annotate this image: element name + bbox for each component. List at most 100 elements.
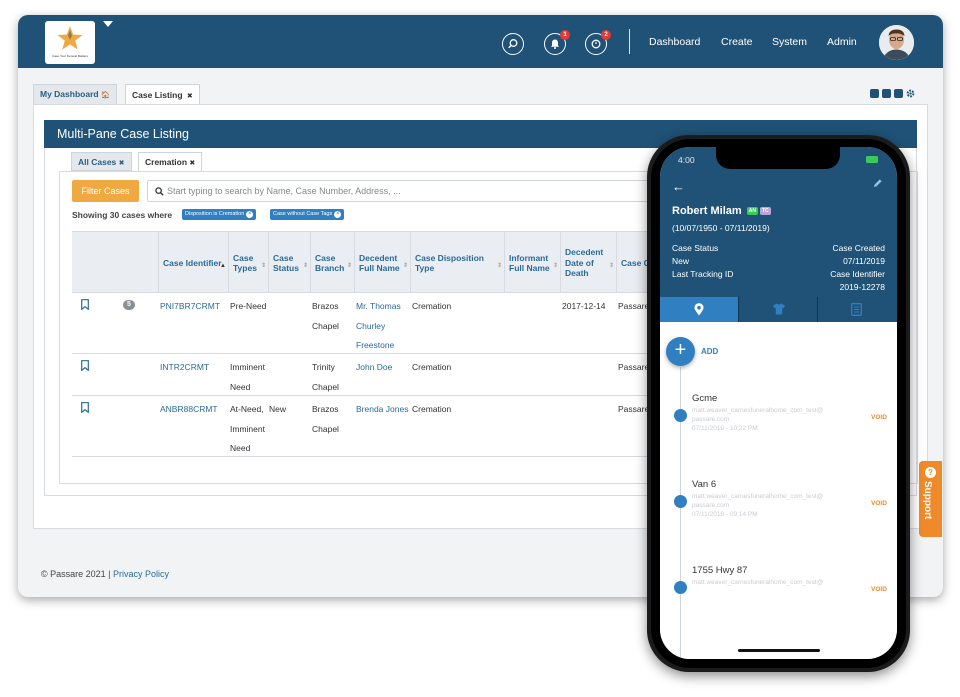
- cell-line: Churley: [356, 320, 386, 331]
- case-identifier-label: Case Identifier: [830, 269, 885, 279]
- case-type-tag: TC: [759, 207, 771, 216]
- cell-line: Need: [230, 443, 251, 453]
- tab-cremation[interactable]: Cremation ✖: [138, 152, 203, 172]
- sort-icon: ⇕: [346, 263, 352, 269]
- void-link[interactable]: VOID: [871, 500, 887, 507]
- remove-chip-icon[interactable]: ×: [334, 211, 342, 218]
- status-icons: [856, 156, 878, 163]
- case-identifier-link[interactable]: INTR2CRMT: [160, 358, 209, 378]
- column-date-of-death[interactable]: Decedent Date of Death ⇕: [560, 232, 616, 294]
- tasks-count-badge: 2: [601, 30, 611, 40]
- search-field[interactable]: [147, 180, 667, 202]
- timeline-item-title[interactable]: 1755 Hwy 87: [692, 565, 747, 576]
- filter-cases-button[interactable]: Filter Cases: [72, 180, 139, 202]
- timeline-item-date: 07/11/2019 - 09:14 PM: [692, 511, 758, 518]
- back-arrow-icon[interactable]: ←: [672, 179, 685, 194]
- void-link[interactable]: VOID: [871, 414, 887, 421]
- notifications-button[interactable]: 1: [544, 30, 570, 55]
- mobile-phone-frame: 4:00 ← Robert Milam AN TC (10/07/1950 - 0…: [647, 135, 910, 672]
- nav-system[interactable]: System: [772, 36, 807, 48]
- case-type-cell: At-Need, Imminent Need: [230, 400, 265, 459]
- case-identifier-link[interactable]: PNI7BR7CRMT: [160, 297, 220, 317]
- column-case-status[interactable]: Case Status ⇕: [268, 232, 310, 294]
- decedent-name-link[interactable]: Mr. Thomas Churley Freestone: [356, 297, 401, 356]
- table-row[interactable]: INTR2CRMT Imminent Need Trinity Chapel Joh…: [72, 354, 672, 396]
- tab-clothing[interactable]: [739, 297, 818, 322]
- remove-chip-icon[interactable]: ×: [246, 211, 254, 218]
- column-case-types[interactable]: Case Types ⇕: [228, 232, 268, 294]
- nav-create[interactable]: Create: [721, 36, 753, 48]
- star-logo-icon: [57, 26, 83, 50]
- user-avatar[interactable]: [879, 25, 914, 60]
- add-pane-icon[interactable]: [870, 89, 879, 98]
- cell-line: Imminent: [230, 423, 265, 434]
- user-photo-icon: [879, 25, 914, 60]
- cell-line: Pre-Need: [230, 301, 267, 311]
- bell-icon: [551, 39, 559, 49]
- add-label[interactable]: ADD: [701, 347, 718, 356]
- case-type-tag: AN: [746, 207, 758, 216]
- column-label: Case O: [621, 257, 651, 268]
- decedent-name-link[interactable]: Brenda Jones: [356, 400, 408, 420]
- edit-pencil-icon[interactable]: [873, 178, 883, 188]
- filter-chip-disposition[interactable]: Disposition is Cremation ×: [182, 209, 257, 220]
- filter-chip-tags[interactable]: Case without Case Tags ×: [270, 209, 345, 220]
- mobile-screen: 4:00 ← Robert Milam AN TC (10/07/1950 - 0…: [660, 147, 897, 659]
- close-icon[interactable]: ✖: [187, 93, 193, 100]
- timeline-item-title[interactable]: Van 6: [692, 479, 716, 490]
- nav-dashboard[interactable]: Dashboard: [649, 36, 700, 48]
- cell-line: Mr. Thomas: [356, 301, 401, 311]
- tab-all-cases[interactable]: All Cases ✖: [71, 152, 132, 171]
- close-icon[interactable]: ✖: [189, 160, 195, 167]
- tasks-button[interactable]: 2: [585, 30, 611, 55]
- column-case-branch[interactable]: Case Branch ⇕: [310, 232, 354, 294]
- caret-down-icon[interactable]: [103, 21, 113, 27]
- sort-icon: ⇕: [608, 263, 614, 269]
- cell-line: At-Need,: [230, 404, 264, 414]
- tab-documents[interactable]: [818, 297, 897, 322]
- table-row[interactable]: ANBR88CRMT At-Need, Imminent Need New Braz…: [72, 396, 672, 457]
- add-button[interactable]: +: [666, 337, 695, 366]
- column-disposition-type[interactable]: Case Disposition Type ⇕: [410, 232, 504, 294]
- date-of-death-cell: 2017-12-14: [562, 301, 606, 311]
- support-button[interactable]: ? Support: [919, 461, 942, 537]
- cell-line: Trinity: [312, 362, 335, 372]
- void-link[interactable]: VOID: [871, 586, 887, 593]
- timeline-dot: [674, 581, 687, 594]
- tab-location[interactable]: [660, 297, 739, 322]
- tab-case-listing[interactable]: Case Listing ✖: [125, 84, 200, 105]
- cell-line: Need: [230, 381, 251, 392]
- decedent-name-link[interactable]: John Doe: [356, 358, 392, 378]
- timeline-item-title[interactable]: Gcme: [692, 393, 717, 404]
- column-informant-name[interactable]: Informant Full Name ⇕: [504, 232, 560, 294]
- close-icon[interactable]: ✖: [119, 160, 125, 167]
- search-icon: [155, 187, 164, 196]
- expand-icon[interactable]: [894, 89, 903, 98]
- bookmark-icon[interactable]: [81, 402, 89, 413]
- copyright-text: © Passare 2021 |: [41, 569, 111, 579]
- nav-admin[interactable]: Admin: [827, 36, 857, 48]
- case-status-cell: New: [269, 404, 287, 414]
- split-pane-icon[interactable]: [882, 89, 891, 98]
- chip-label: Disposition is Cremation: [185, 211, 245, 217]
- nav-divider: [629, 29, 630, 54]
- decedent-name-text: Robert Milam: [672, 205, 742, 217]
- company-logo[interactable]: Case Your Funeral Matters: [45, 21, 95, 64]
- column-decedent-name[interactable]: Decedent Full Name ⇕: [354, 232, 410, 294]
- column-case-identifier[interactable]: Case Identifier ▲: [158, 232, 228, 294]
- settings-icon[interactable]: [906, 89, 915, 98]
- table-row[interactable]: 5 PNI7BR7CRMT Pre-Need Brazos Chapel Mr. …: [72, 293, 672, 354]
- case-branch-cell: Brazos Chapel: [312, 297, 339, 336]
- search-button[interactable]: [502, 33, 524, 55]
- case-identifier-link[interactable]: ANBR88CRMT: [160, 400, 218, 420]
- tab-my-dashboard[interactable]: My Dashboard 🏠: [33, 84, 117, 104]
- bookmark-icon[interactable]: [81, 360, 89, 371]
- document-icon: [851, 303, 862, 316]
- privacy-policy-link[interactable]: Privacy Policy: [113, 569, 169, 579]
- sort-icon: ⇕: [552, 263, 558, 269]
- cell-line: Freestone: [356, 340, 395, 350]
- case-status-value: New: [672, 256, 690, 266]
- bookmark-icon[interactable]: [81, 299, 89, 310]
- timeline-item-user: matt.weaver_carnesfuneralhome_com_test@: [692, 579, 824, 586]
- search-input[interactable]: [167, 183, 657, 199]
